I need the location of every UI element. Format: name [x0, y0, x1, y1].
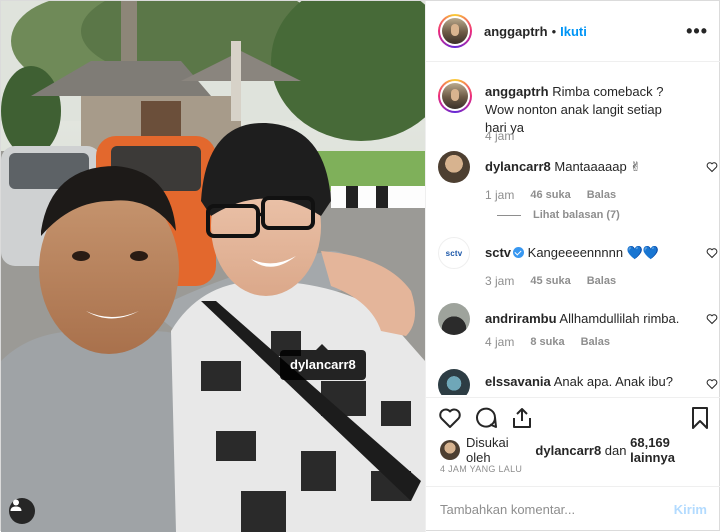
caption-time[interactable]: 4 jam: [485, 129, 514, 143]
comment-username[interactable]: elssavania: [485, 374, 551, 389]
comment-item: dylancarr8 Mantaaaaap ✌ 1 jam 46 suka Ba…: [438, 151, 718, 221]
comment-icon[interactable]: [474, 406, 498, 430]
follow-button[interactable]: Ikuti: [560, 24, 587, 39]
reply-button[interactable]: Balas: [581, 336, 610, 348]
author-username[interactable]: anggaptrh: [484, 24, 548, 39]
reply-button[interactable]: Balas: [587, 189, 616, 201]
caption-avatar[interactable]: [438, 79, 472, 113]
view-replies-label: Lihat balasan (7): [533, 209, 620, 221]
comment-item: elssavania Anak apa. Anak ibu?: [438, 369, 718, 395]
comment-composer: Kirim: [426, 486, 720, 532]
liker-avatar[interactable]: [440, 440, 460, 460]
comment-username[interactable]: andrirambu: [485, 311, 557, 326]
post-timestamp[interactable]: 4 JAM YANG LALU: [440, 464, 522, 474]
share-icon[interactable]: [510, 406, 534, 430]
photo-illustration: [1, 1, 425, 532]
comments-list[interactable]: anggaptrh Rimba comeback ? Wow nonton an…: [426, 63, 720, 395]
comment-likes[interactable]: 46 suka: [530, 189, 570, 201]
comment-like-icon[interactable]: [706, 247, 718, 259]
post-side-panel: anggaptrh • Ikuti ••• anggaptrh Rimba co…: [425, 1, 720, 532]
heart-icon[interactable]: [438, 406, 462, 430]
post-comment-button[interactable]: Kirim: [674, 502, 707, 517]
verified-icon: [513, 247, 525, 258]
action-bar: [426, 397, 720, 437]
likes-mid: dan: [604, 442, 627, 458]
header-separator: •: [551, 23, 557, 39]
view-replies-button[interactable]: Lihat balasan (7): [497, 209, 620, 221]
comment-text: Kangeeeennnnn 💙💙: [527, 245, 660, 260]
post-photo[interactable]: dylancarr8: [1, 1, 425, 532]
reply-button[interactable]: Balas: [587, 275, 616, 287]
comment-text: Anak apa. Anak ibu?: [553, 374, 673, 389]
comment-avatar[interactable]: [438, 303, 470, 335]
likes-summary: Disukai oleh dylancarr8 dan 68,169 lainn…: [440, 435, 712, 465]
caption: anggaptrh Rimba comeback ? Wow nonton an…: [438, 79, 714, 151]
comment-avatar[interactable]: [438, 151, 470, 183]
comment-like-icon[interactable]: [706, 378, 718, 390]
comment-text: Mantaaaaap ✌: [554, 159, 642, 174]
more-icon[interactable]: •••: [686, 21, 708, 42]
comment-like-icon[interactable]: [706, 313, 718, 325]
comment-time[interactable]: 3 jam: [485, 274, 514, 288]
comment-username[interactable]: sctv: [485, 245, 511, 260]
photo-user-tag[interactable]: dylancarr8: [280, 344, 366, 380]
instagram-post-modal: dylancarr8 anggaptrh • Ikuti ••• anggapt…: [0, 0, 720, 532]
comment-like-icon[interactable]: [706, 161, 718, 173]
bookmark-icon[interactable]: [688, 406, 712, 430]
comment-likes[interactable]: 45 suka: [530, 275, 570, 287]
comment-input[interactable]: [440, 502, 674, 517]
caption-username[interactable]: anggaptrh: [485, 84, 549, 99]
post-header: anggaptrh • Ikuti •••: [426, 1, 720, 62]
comment-time[interactable]: 1 jam: [485, 188, 514, 202]
user-tag-icon: [10, 499, 22, 511]
user-tag-toggle-button[interactable]: [9, 498, 35, 524]
view-replies-line: [497, 214, 521, 216]
likes-prefix: Disukai oleh: [466, 435, 509, 465]
comment-item: sctv sctv Kangeeeennnnn 💙💙 3 jam 45 suka…: [438, 235, 718, 295]
liker-username[interactable]: dylancarr8: [535, 443, 601, 458]
comment-avatar[interactable]: sctv: [438, 237, 470, 269]
likes-count[interactable]: 68,169 lainnya: [630, 435, 712, 465]
comment-item: andrirambu Allhamdullilah rimba. 4 jam 8…: [438, 303, 718, 363]
comment-time[interactable]: 4 jam: [485, 335, 514, 349]
comment-username[interactable]: dylancarr8: [485, 159, 551, 174]
comment-text: Allhamdullilah rimba.: [559, 311, 680, 326]
comment-avatar[interactable]: [438, 369, 470, 395]
author-avatar[interactable]: [438, 14, 472, 48]
comment-likes[interactable]: 8 suka: [530, 336, 564, 348]
